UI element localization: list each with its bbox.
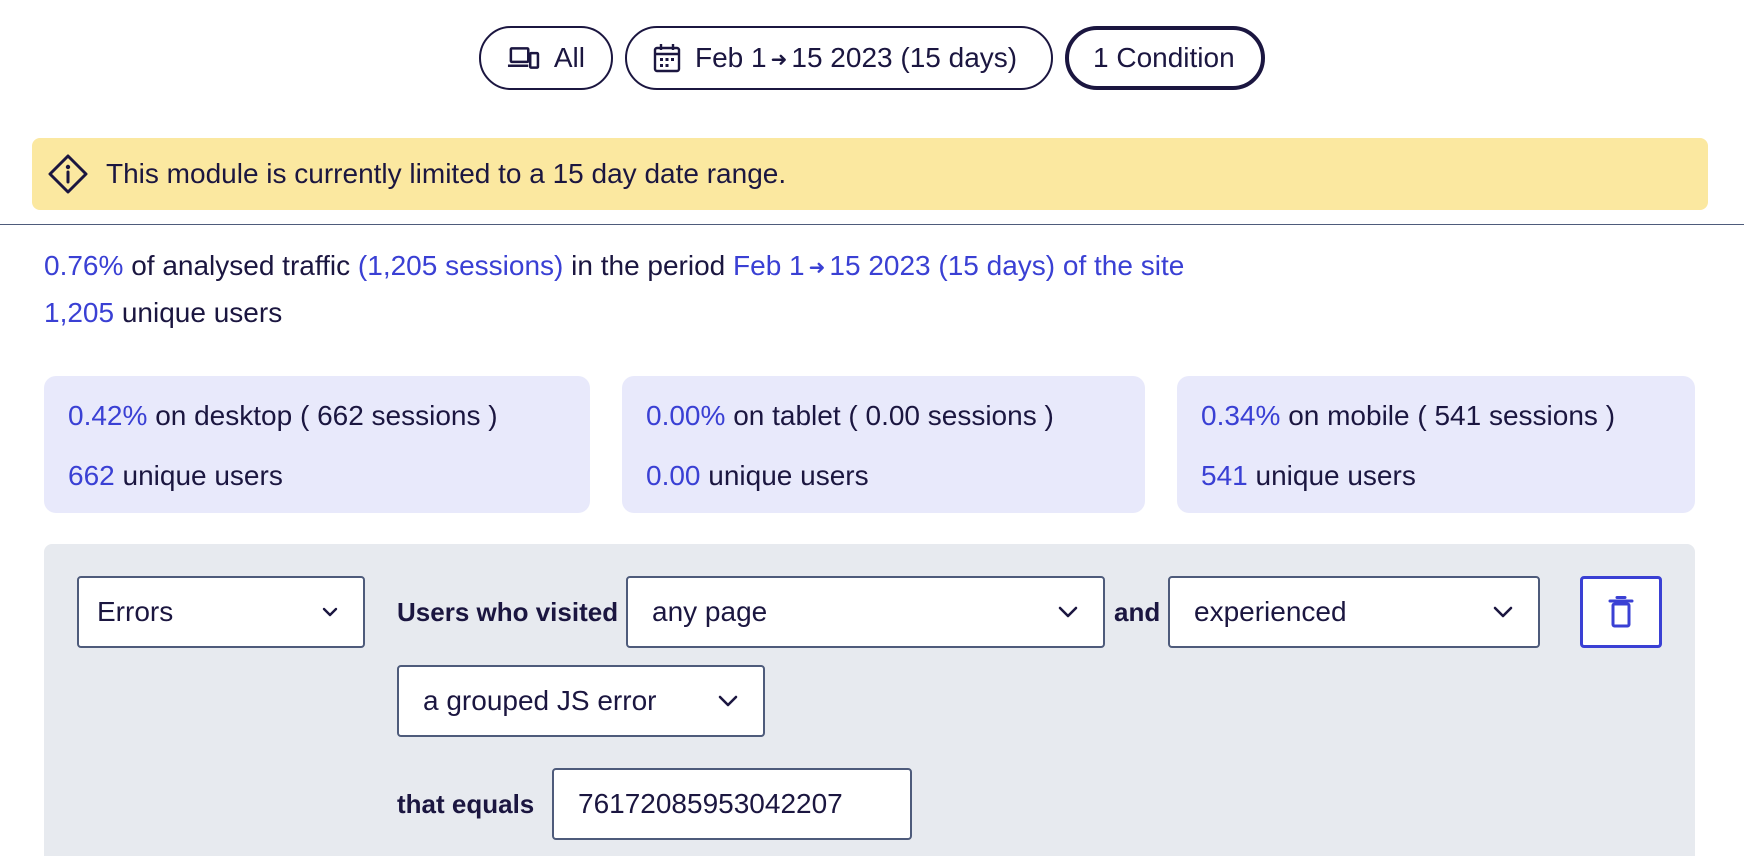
experience-select[interactable]: experienced	[1168, 576, 1540, 648]
trash-icon	[1608, 596, 1634, 628]
date-range-button[interactable]: Feb 1 ➜ 15 2023 (15 days)	[625, 26, 1053, 90]
device-filter-label: All	[553, 42, 585, 73]
condition-filter-label: 1 Condition	[1093, 42, 1235, 73]
info-diamond-icon	[48, 154, 88, 194]
desktop-percent: 0.42%	[68, 400, 148, 431]
condition-filter-button[interactable]: 1 Condition	[1065, 26, 1265, 90]
mobile-percent: 0.34%	[1201, 400, 1281, 431]
summary-users: 1,205	[44, 297, 115, 328]
tablet-users-label: unique users	[708, 460, 869, 491]
summary-period: Feb 1 ➜ 15 2023 (15 days) of the site	[733, 250, 1184, 281]
desktop-users-label: unique users	[122, 460, 283, 491]
experience-select-value: experienced	[1194, 596, 1347, 627]
summary-percent: 0.76%	[44, 250, 124, 281]
summary-text-2: in the period	[571, 250, 726, 281]
desktop-users: 662	[68, 460, 115, 491]
mobile-users: 541	[1201, 460, 1248, 491]
condition-type-select[interactable]: Errors	[77, 576, 365, 648]
date-range-label: Feb 1 ➜ 15 2023 (15 days)	[695, 42, 1017, 74]
summary-users-label: unique users	[121, 297, 283, 328]
delete-condition-button[interactable]	[1580, 576, 1662, 648]
error-type-value: a grouped JS error	[423, 685, 657, 716]
date-range-end: 15 2023 (15 days)	[791, 42, 1018, 73]
tablet-users: 0.00	[646, 460, 701, 491]
tablet-sessions-label: on tablet ( 0.00 sessions )	[733, 400, 1054, 431]
arrow-right-icon: ➜	[808, 257, 826, 279]
tablet-percent: 0.00%	[646, 400, 726, 431]
chevron-down-icon	[1058, 606, 1078, 618]
error-type-select[interactable]: a grouped JS error	[397, 665, 765, 737]
arrow-right-icon: ➜	[770, 49, 788, 71]
devices-icon	[507, 47, 540, 69]
desktop-sessions-label: on desktop ( 662 sessions )	[155, 400, 498, 431]
page-select[interactable]: any page	[626, 576, 1105, 648]
filter-bar: All Feb 1 ➜ 15 2023 (15 days) 1 Condition	[0, 26, 1744, 90]
date-range-start: Feb 1	[695, 42, 767, 73]
traffic-summary: 0.76% of analysed traffic (1,205 session…	[44, 244, 1184, 335]
summary-line-2: 1,205 unique users	[44, 291, 1184, 335]
error-id-input[interactable]	[552, 768, 912, 840]
users-visited-label: Users who visited	[397, 597, 619, 627]
summary-sessions: (1,205 sessions)	[357, 250, 564, 281]
chevron-down-icon	[322, 607, 338, 617]
calendar-icon	[653, 44, 681, 73]
desktop-stats-card: 0.42% on desktop ( 662 sessions ) 662 un…	[44, 376, 590, 513]
chevron-down-icon	[718, 695, 738, 707]
chevron-down-icon	[1493, 606, 1513, 618]
mobile-users-label: unique users	[1255, 460, 1416, 491]
date-limit-banner: This module is currently limited to a 15…	[32, 138, 1708, 210]
and-label: and	[1114, 597, 1161, 627]
page-select-value: any page	[652, 596, 768, 627]
mobile-stats-card: 0.34% on mobile ( 541 sessions ) 541 uni…	[1177, 376, 1695, 513]
tablet-stats-card: 0.00% on tablet ( 0.00 sessions ) 0.00 u…	[622, 376, 1145, 513]
mobile-sessions-label: on mobile ( 541 sessions )	[1288, 400, 1616, 431]
summary-line-1: 0.76% of analysed traffic (1,205 session…	[44, 244, 1184, 291]
summary-period-end: 15 2023 (15 days) of the site	[829, 250, 1185, 281]
device-filter-button[interactable]: All	[479, 26, 613, 90]
summary-period-start: Feb 1	[733, 250, 805, 281]
banner-message: This module is currently limited to a 15…	[106, 158, 787, 189]
that-equals-label: that equals	[397, 789, 535, 819]
summary-text-1: of analysed traffic	[131, 250, 351, 281]
section-divider	[0, 224, 1744, 225]
condition-type-value: Errors	[97, 596, 174, 627]
